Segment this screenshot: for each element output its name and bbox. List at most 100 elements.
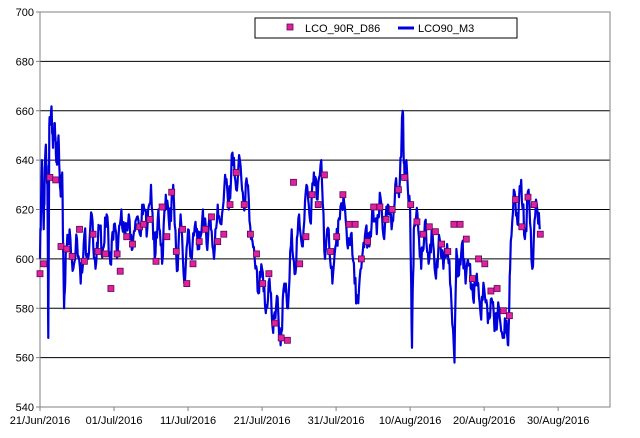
data-point-marker: [357, 255, 365, 263]
data-point-marker: [376, 203, 384, 211]
data-point-marker: [364, 238, 372, 246]
data-point-marker: [505, 312, 513, 320]
data-point-marker: [220, 230, 228, 238]
data-point-marker: [413, 218, 421, 226]
data-point-marker: [76, 225, 83, 233]
data-point-marker: [283, 336, 291, 344]
x-tick-label: 31/Jul/2016: [308, 415, 365, 427]
data-point-marker: [388, 206, 396, 213]
data-point-marker: [146, 215, 154, 223]
data-point-marker: [327, 248, 335, 255]
data-point-marker: [232, 169, 240, 176]
data-point-marker: [107, 285, 115, 292]
x-axis-tick-labels: 21/Jun/2016 01/Jul/2016 11/Jul/2016 21/Jul/…: [10, 415, 590, 427]
data-point-marker: [68, 252, 76, 260]
data-point-marker: [518, 223, 526, 231]
legend: LCO_90R_D86 LCO90_M3: [254, 17, 518, 39]
y-tick-label: 660: [16, 106, 34, 118]
data-point-marker: [536, 230, 544, 238]
data-point-marker: [394, 186, 402, 194]
data-point-marker: [339, 191, 347, 199]
data-point-marker: [401, 173, 409, 181]
y-tick-label: 640: [16, 155, 34, 167]
data-point-marker: [302, 233, 310, 241]
data-point-marker: [172, 248, 180, 255]
data-point-marker: [140, 220, 148, 228]
data-point-marker: [431, 228, 439, 236]
data-point-marker: [277, 334, 285, 342]
data-point-marker: [163, 233, 171, 241]
data-point-marker: [183, 280, 191, 288]
y-tick-label: 700: [16, 7, 34, 19]
data-point-marker: [438, 240, 446, 248]
data-point-marker: [407, 201, 415, 209]
data-point-marker: [214, 238, 222, 246]
data-point-marker: [158, 203, 166, 211]
data-point-marker: [265, 270, 273, 278]
data-point-marker: [253, 250, 260, 258]
data-point-marker: [259, 280, 267, 288]
legend-box: [254, 17, 518, 39]
data-point-marker: [512, 196, 519, 204]
x-tick-label: 10/Aug/2016: [379, 415, 441, 427]
data-point-marker: [382, 215, 390, 223]
data-point-marker: [116, 267, 124, 275]
data-point-marker: [46, 173, 54, 181]
data-point-marker: [308, 191, 316, 199]
data-point-marker: [456, 220, 464, 228]
x-tick-label: 20/Aug/2016: [453, 415, 515, 427]
data-point-marker: [57, 243, 65, 250]
data-point-marker: [314, 201, 322, 209]
x-tick-label: 01/Jul/2016: [86, 415, 143, 427]
data-point-marker: [333, 233, 341, 241]
data-point-marker: [530, 201, 538, 209]
data-point-marker: [81, 257, 88, 265]
data-point-marker: [290, 178, 297, 186]
data-point-marker: [36, 270, 44, 278]
data-point-marker: [345, 220, 353, 228]
data-point-marker: [487, 287, 495, 295]
data-point-marker: [113, 250, 121, 258]
x-tick-label: 21/Jun/2016: [10, 415, 71, 427]
y-tick-label: 580: [16, 303, 34, 315]
data-point-marker: [40, 260, 48, 268]
y-tick-label: 620: [16, 205, 34, 217]
x-tick-label: 11/Jul/2016: [160, 415, 216, 427]
legend-label-scatter: LCO_90R_D86: [305, 23, 380, 35]
legend-label-line: LCO90_M3: [418, 23, 474, 35]
data-point-marker: [475, 255, 483, 263]
data-point-marker: [240, 201, 248, 209]
data-point-marker: [320, 171, 328, 179]
data-point-marker: [499, 307, 507, 315]
data-point-marker: [462, 235, 470, 243]
data-point-marker: [201, 225, 209, 233]
data-point-marker: [102, 250, 109, 258]
data-point-marker: [152, 257, 160, 265]
data-point-marker: [226, 201, 234, 209]
series-line-lco90-m3: [38, 105, 541, 364]
data-point-marker: [450, 220, 458, 228]
data-point-marker: [246, 230, 254, 238]
data-point-marker: [123, 233, 131, 241]
y-tick-label: 560: [16, 353, 34, 365]
y-axis-tick-labels: 540 560 580 600 620 640 660 680 700: [16, 7, 34, 414]
data-point-marker: [425, 223, 433, 231]
data-point-marker: [296, 260, 304, 268]
line-series: [38, 105, 541, 364]
data-point-marker: [493, 285, 501, 292]
data-point-marker: [481, 260, 489, 268]
data-point-marker: [208, 213, 215, 221]
data-point-marker: [370, 203, 378, 211]
data-point-marker: [271, 319, 279, 327]
x-tick-label: 21/Jul/2016: [234, 415, 291, 427]
data-point-marker: [189, 260, 197, 268]
data-point-marker: [195, 238, 203, 246]
data-point-marker: [444, 248, 452, 255]
data-point-marker: [351, 220, 359, 228]
legend-marker-scatter: [286, 23, 294, 31]
data-point-marker: [419, 230, 427, 238]
data-point-marker: [179, 225, 186, 233]
data-point-marker: [468, 275, 476, 283]
data-point-marker: [129, 240, 136, 248]
y-tick-label: 680: [16, 56, 34, 68]
